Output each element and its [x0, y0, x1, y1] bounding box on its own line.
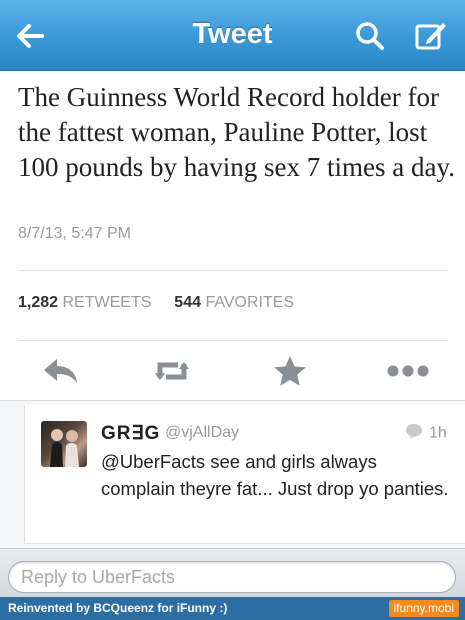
tweet-action-bar [0, 345, 465, 397]
compose-icon [415, 23, 446, 50]
tweet-timestamp: 8/7/13, 5:47 PM [18, 225, 131, 242]
favorite-button[interactable] [270, 353, 310, 389]
retweets-count: 1,282 [18, 294, 59, 311]
top-navigation-bar: Tweet [0, 0, 465, 71]
reply-tweet[interactable]: GR∃G @vjAllDay 1h @UberFacts see and gir… [24, 405, 465, 544]
reply-input[interactable] [8, 561, 456, 593]
watermark-site: ifunny.mobi [388, 600, 459, 617]
reply-author-handle[interactable]: @vjAllDay [165, 424, 239, 442]
reply-time-text: 1h [429, 424, 447, 442]
watermark-bar: Reinvented by BCQueenz for iFunny :) ifu… [0, 597, 465, 620]
more-button[interactable] [383, 353, 433, 389]
speech-bubble-icon [406, 424, 422, 439]
reply-icon [44, 359, 77, 383]
avatar[interactable] [41, 421, 87, 467]
retweet-button[interactable] [152, 353, 192, 389]
favorites-count: 544 [174, 294, 201, 311]
reply-author-name[interactable]: GR∃G [101, 422, 160, 445]
reply-timestamp: 1h [405, 423, 453, 444]
favorites-stat[interactable]: 544 FAVORITES [174, 294, 294, 311]
replies-section: GR∃G @vjAllDay 1h @UberFacts see and gir… [0, 400, 465, 548]
reply-button[interactable] [40, 353, 80, 389]
page-title: Tweet [192, 18, 273, 50]
tweet-stats: 1,282 RETWEETS 544 FAVORITES [18, 294, 294, 312]
search-button[interactable] [352, 18, 388, 54]
watermark-credit: Reinvented by BCQueenz for iFunny :) [8, 601, 228, 615]
tweet-text: The Guinness World Record holder for the… [18, 82, 455, 182]
divider [18, 340, 448, 341]
reply-text: @UberFacts see and girls always complain… [101, 451, 449, 499]
more-icon [387, 365, 429, 377]
star-icon [274, 356, 306, 386]
compose-button[interactable] [413, 18, 449, 54]
divider [18, 270, 448, 271]
retweets-stat[interactable]: 1,282 RETWEETS [18, 294, 156, 311]
retweet-icon [155, 362, 189, 380]
reply-composer-bar [0, 548, 465, 597]
retweets-label: RETWEETS [62, 294, 152, 311]
search-icon [356, 22, 384, 50]
avatar-photo [50, 429, 79, 467]
favorites-label: FAVORITES [205, 294, 295, 311]
